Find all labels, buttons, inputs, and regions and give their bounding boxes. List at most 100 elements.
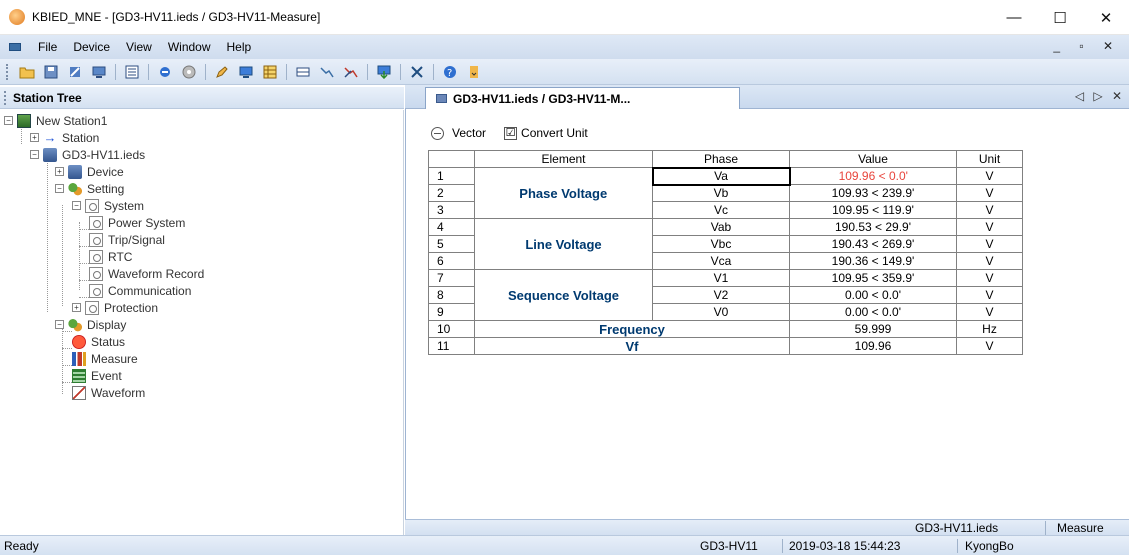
document-menu-icon[interactable]	[6, 40, 24, 54]
collapse-icon[interactable]: −	[55, 320, 64, 329]
tree-item-event[interactable]: Event	[72, 367, 122, 384]
collapse-icon[interactable]: −	[30, 150, 39, 159]
header-unit: Unit	[956, 150, 1023, 168]
tree-item-protection[interactable]: + Protection	[72, 299, 158, 316]
tab-navigation-controls[interactable]: ◁ ▷ ✕	[1075, 89, 1125, 103]
tree-item-trip-signal[interactable]: Trip/Signal	[89, 231, 165, 248]
maximize-button[interactable]: ☐	[1037, 0, 1083, 35]
tree-item-measure[interactable]: Measure	[72, 350, 138, 367]
table-row[interactable]: 4 Line Voltage Vab 190.53 < 29.9' V	[428, 218, 1023, 270]
table-row[interactable]: 1 Phase Voltage Va 109.96 < 0.0' V	[428, 166, 1023, 219]
table-row[interactable]: 11 Vf 109.96 V	[428, 337, 1023, 355]
tree-item-waveform[interactable]: Waveform	[72, 384, 145, 401]
doc-status-file: GD3-HV11.ieds	[915, 521, 999, 535]
waveform-icon	[72, 385, 86, 400]
menu-file[interactable]: File	[30, 40, 65, 54]
delete-icon[interactable]	[407, 63, 427, 81]
menu-window[interactable]: Window	[160, 40, 219, 54]
export-icon[interactable]	[374, 63, 394, 81]
settings-page-icon	[89, 232, 103, 247]
event-icon	[72, 368, 86, 383]
status-icon	[72, 334, 86, 349]
collapse-icon[interactable]: −	[55, 184, 64, 193]
phase-cell-selected[interactable]: Va	[651, 166, 791, 186]
settings-page-icon	[89, 215, 103, 230]
header-phase: Phase	[652, 150, 790, 168]
connect-icon[interactable]	[155, 63, 175, 81]
expand-icon[interactable]: +	[72, 303, 81, 312]
convert-unit-checkbox[interactable]: ☑	[504, 126, 518, 140]
grid-icon[interactable]	[293, 63, 313, 81]
tree-item-power-system[interactable]: Power System	[89, 214, 185, 231]
minimize-button[interactable]: —	[991, 0, 1037, 35]
disk-icon[interactable]	[179, 63, 199, 81]
measure-icon	[72, 351, 86, 366]
device-icon	[43, 147, 57, 162]
tree-item-station[interactable]: + → Station	[30, 129, 99, 146]
settings-page-icon	[89, 266, 103, 281]
line-red-icon[interactable]	[341, 63, 361, 81]
group-sequence-voltage: Sequence Voltage	[474, 269, 653, 321]
group-phase-voltage: Phase Voltage	[474, 167, 653, 219]
tree-item-rtc[interactable]: RTC	[89, 248, 132, 265]
tools-icon[interactable]	[65, 63, 85, 81]
document-status-bar: GD3-HV11.ieds Measure	[405, 519, 1129, 535]
gear-icon	[68, 181, 82, 196]
window-icon	[436, 94, 447, 103]
menu-view[interactable]: View	[118, 40, 160, 54]
collapse-icon[interactable]: −	[4, 116, 13, 125]
arrow-icon: →	[43, 129, 57, 145]
vector-radio[interactable]	[431, 126, 444, 140]
table-icon[interactable]	[260, 63, 280, 81]
tree-item-setting[interactable]: − Setting	[55, 180, 124, 197]
tree-item-new-station1[interactable]: − New Station1	[4, 112, 107, 129]
tree-item-status[interactable]: Status	[72, 333, 125, 350]
group-line-voltage: Line Voltage	[474, 218, 653, 270]
save-icon[interactable]	[41, 63, 61, 81]
svg-text:?: ?	[447, 68, 452, 79]
group-frequency: Frequency	[474, 320, 790, 338]
device-icon	[68, 164, 82, 179]
collapse-icon[interactable]: −	[72, 201, 81, 210]
menu-device[interactable]: Device	[65, 40, 118, 54]
status-datetime: 2019-03-18 15:44:23	[789, 539, 901, 553]
line-icon[interactable]	[317, 63, 337, 81]
title-bar: KBIED_MNE - [GD3-HV11.ieds / GD3-HV11-Me…	[0, 0, 1129, 35]
menu-help[interactable]: Help	[219, 40, 260, 54]
mdi-window-controls[interactable]: _ ▫ ✕	[1053, 39, 1121, 53]
gear-icon	[68, 317, 82, 332]
document-tab-bar: GD3-HV11.ieds / GD3-HV11-M... ◁ ▷ ✕	[405, 85, 1129, 109]
station-tree-header: Station Tree	[0, 87, 404, 109]
status-device: GD3-HV11	[700, 539, 758, 553]
group-vf: Vf	[474, 337, 790, 355]
doc-status-view: Measure	[1057, 521, 1104, 535]
measure-view: Vector ☑ Convert Unit Element Phase Valu…	[405, 109, 1129, 519]
list-icon[interactable]	[122, 63, 142, 81]
window-title: KBIED_MNE - [GD3-HV11.ieds / GD3-HV11-Me…	[32, 10, 321, 24]
toolbar-grip[interactable]	[6, 63, 9, 80]
help-icon[interactable]: ?	[440, 63, 460, 81]
edit-icon[interactable]	[212, 63, 232, 81]
status-bar: Ready GD3-HV11 2019-03-18 15:44:23 Kyong…	[0, 535, 1129, 555]
dropdown-icon[interactable]	[464, 63, 484, 81]
tree-item-communication[interactable]: Communication	[89, 282, 191, 299]
table-row[interactable]: 10 Frequency 59.999 Hz	[428, 320, 1023, 338]
station-icon	[17, 113, 31, 128]
settings-page-icon	[89, 249, 103, 264]
open-folder-icon[interactable]	[17, 63, 37, 81]
tree-item-ieds[interactable]: − GD3-HV11.ieds	[30, 146, 145, 163]
monitor-icon[interactable]	[236, 63, 256, 81]
tree-item-device[interactable]: + Device	[55, 163, 124, 180]
table-row[interactable]: 7 Sequence Voltage V1 109.95 < 359.9' V	[428, 269, 1023, 321]
close-button[interactable]: ✕	[1083, 0, 1129, 35]
tree-item-system[interactable]: − System	[72, 197, 144, 214]
station-tree: − New Station1 + → Station − GD3-HV11.ie…	[0, 110, 404, 535]
header-value: Value	[789, 150, 957, 168]
tree-item-waveform-record[interactable]: Waveform Record	[89, 265, 204, 282]
tab-measure-document[interactable]: GD3-HV11.ieds / GD3-HV11-M...	[425, 87, 740, 109]
expand-icon[interactable]: +	[30, 133, 39, 142]
status-user: KyongBo	[965, 539, 1014, 553]
tree-item-display[interactable]: − Display	[55, 316, 126, 333]
network-icon[interactable]	[89, 63, 109, 81]
expand-icon[interactable]: +	[55, 167, 64, 176]
